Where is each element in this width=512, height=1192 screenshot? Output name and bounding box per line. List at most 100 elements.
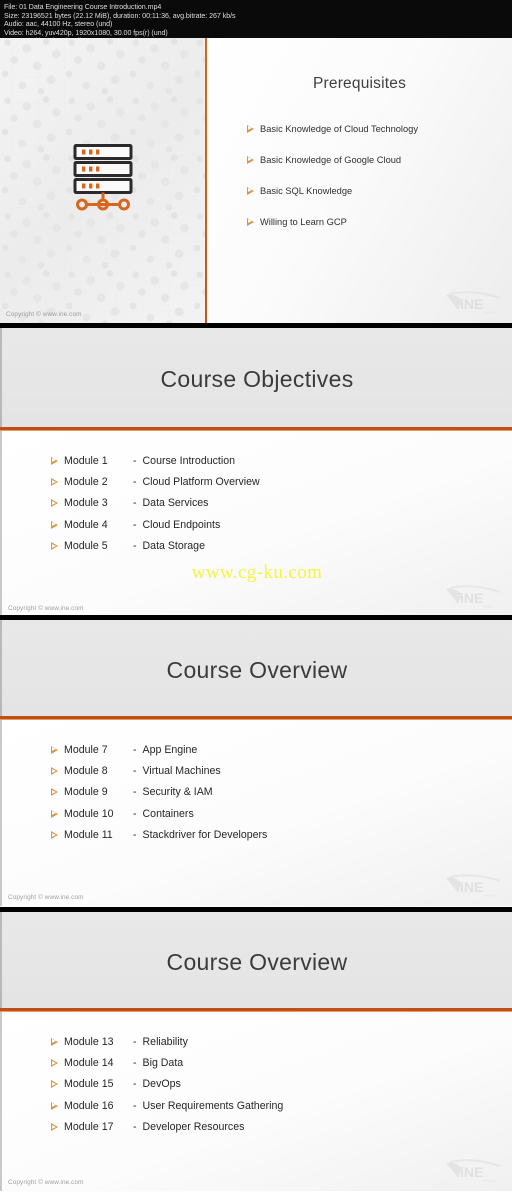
svg-text:∞∞∞: ∞∞∞ (484, 604, 495, 609)
module-dash: - (133, 497, 137, 510)
list-item: Module 5 - Data Storage (51, 535, 512, 556)
copyright-text: Copyright © www.ine.com (8, 605, 84, 613)
svg-text:iNE: iNE (460, 879, 483, 895)
module-topic: Containers (142, 807, 194, 820)
module-topic: Data Storage (142, 539, 205, 552)
triangle-bullet-icon (51, 1080, 58, 1089)
list-item: Module 7 - App Engine (51, 739, 512, 760)
slide-left-panel: Copyright © www.ine.com (0, 38, 205, 323)
list-item: Module 3 - Data Services (51, 493, 512, 514)
list-item: Module 14 - Big Data (51, 1052, 512, 1073)
triangle-bullet-icon (51, 456, 58, 465)
slide-title: Course Overview (166, 656, 348, 683)
module-dash: - (133, 743, 137, 756)
module-list: Module 1 - Course Introduction Module 2 … (2, 431, 512, 556)
metadata-line-video: Video: h264, yuv420p, 1920x1080, 30.00 f… (4, 28, 168, 37)
triangle-bullet-icon (51, 520, 58, 529)
module-topic: App Engine (142, 743, 198, 756)
metadata-line-size: Size: 23196521 bytes (22.12 MiB), durati… (4, 11, 236, 20)
module-name: Module 2 (64, 476, 108, 489)
slide-header: Course Overview (0, 912, 512, 1008)
vertical-divider (205, 38, 207, 323)
module-topic: Reliability (142, 1035, 188, 1048)
module-list: Module 13 - Reliability Module 14 - Big … (2, 1012, 512, 1137)
module-dash: - (133, 476, 137, 489)
slide-body: Module 7 - App Engine Module 8 - Virtual… (0, 720, 512, 907)
triangle-bullet-icon (247, 124, 254, 133)
list-item: Willing to Learn GCP (247, 206, 418, 237)
triangle-bullet-icon (51, 499, 58, 508)
module-topic: Stackdriver for Developers (142, 828, 268, 841)
list-item: Module 13 - Reliability (51, 1031, 512, 1052)
triangle-bullet-icon (51, 830, 58, 839)
module-name: Module 9 (64, 786, 108, 799)
module-dash: - (133, 518, 137, 531)
svg-text:iNE: iNE (460, 296, 483, 312)
svg-text:iNE: iNE (460, 590, 483, 606)
module-dash: - (133, 1078, 137, 1091)
module-name: Module 1 (64, 454, 108, 467)
metadata-line-file: File: 01 Data Engineering Course Introdu… (4, 3, 162, 11)
triangle-bullet-icon (51, 541, 58, 550)
module-dash: - (133, 1057, 137, 1070)
module-dash: - (133, 454, 137, 467)
triangle-bullet-icon (51, 1122, 58, 1131)
copyright-text: Copyright © www.ine.com (8, 894, 84, 902)
ine-logo: iNE ∞∞∞ (444, 874, 504, 903)
module-topic: Developer Resources (142, 1120, 245, 1133)
slide-title: Prerequisites (312, 75, 407, 92)
list-item: Module 9 - Security & IAM (51, 782, 512, 803)
slide-course-objectives: Course Objectives Module 1 - Course Intr… (0, 328, 512, 615)
slide-body: Module 1 - Course Introduction Module 2 … (0, 431, 512, 615)
module-topic: Cloud Endpoints (142, 518, 221, 531)
triangle-bullet-icon (51, 1101, 58, 1110)
prerequisites-list: Basic Knowledge of Cloud Technology Basi… (247, 113, 418, 237)
module-name: Module 8 (64, 765, 108, 778)
triangle-bullet-icon (247, 155, 254, 164)
list-item-label: Willing to Learn GCP (260, 216, 347, 227)
slide-header: Course Objectives (0, 328, 512, 427)
module-name: Module 17 (64, 1120, 114, 1133)
slide-course-overview-1: Course Overview Module 7 - App Engine Mo… (0, 620, 512, 907)
slide-prerequisites: Copyright © www.ine.com Prerequisites Ba… (0, 38, 512, 323)
module-topic: Cloud Platform Overview (142, 476, 260, 489)
module-name: Module 3 (64, 497, 108, 510)
slide-header: Course Overview (0, 620, 512, 716)
module-name: Module 7 (64, 743, 108, 756)
triangle-bullet-icon (51, 1059, 58, 1068)
slide-course-overview-2: Course Overview Module 13 - Reliability … (0, 912, 512, 1192)
list-item-label: Basic Knowledge of Cloud Technology (260, 123, 418, 134)
module-dash: - (133, 786, 137, 799)
module-dash: - (133, 1120, 137, 1133)
module-name: Module 14 (64, 1057, 114, 1070)
module-topic: Security & IAM (142, 786, 213, 799)
list-item: Module 1 - Course Introduction (51, 450, 512, 471)
triangle-bullet-icon (51, 767, 58, 776)
list-item: Module 11 - Stackdriver for Developers (51, 824, 512, 845)
module-topic: Data Services (142, 497, 209, 510)
list-item-label: Basic Knowledge of Google Cloud (260, 154, 402, 165)
ine-logo: iNE ∞∞∞ (444, 291, 504, 320)
module-name: Module 4 (64, 518, 108, 531)
list-item: Module 4 - Cloud Endpoints (51, 514, 512, 535)
svg-text:∞∞∞: ∞∞∞ (484, 310, 495, 315)
list-item: Module 2 - Cloud Platform Overview (51, 471, 512, 492)
module-name: Module 5 (64, 539, 108, 552)
slide-right-panel: Prerequisites Basic Knowledge of Cloud T… (207, 38, 512, 323)
triangle-bullet-icon (51, 809, 58, 818)
module-name: Module 16 (64, 1099, 114, 1112)
triangle-bullet-icon (247, 186, 254, 195)
module-topic: Big Data (142, 1057, 184, 1070)
list-item: Module 16 - User Requirements Gathering (51, 1095, 512, 1116)
copyright-text: Copyright © www.ine.com (6, 311, 82, 318)
svg-text:∞∞∞: ∞∞∞ (484, 1178, 495, 1183)
module-name: Module 11 (64, 828, 113, 841)
ine-logo: iNE ∞∞∞ (444, 1159, 504, 1188)
slide-title: Course Objectives (160, 366, 354, 392)
list-item: Basic Knowledge of Cloud Technology (247, 113, 418, 144)
triangle-bullet-icon (51, 478, 58, 487)
module-name: Module 13 (64, 1035, 114, 1048)
triangle-bullet-icon (51, 745, 58, 754)
video-metadata-header: File: 01 Data Engineering Course Introdu… (0, 0, 512, 45)
list-item: Basic Knowledge of Google Cloud (247, 144, 418, 175)
